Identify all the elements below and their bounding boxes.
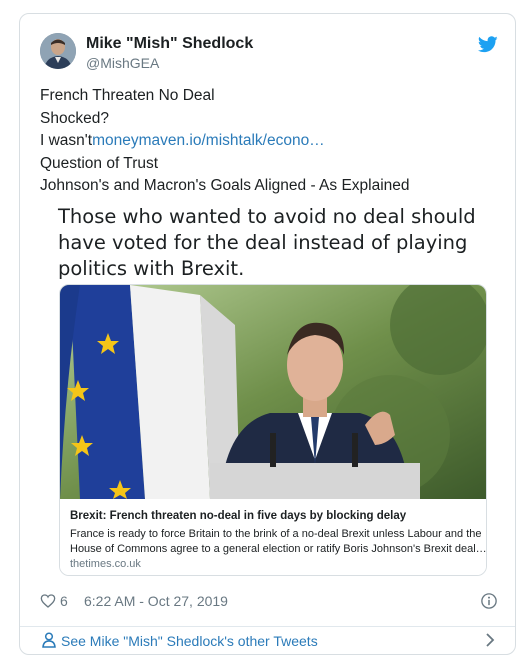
like-count[interactable]: 6 (60, 593, 68, 609)
see-other-tweets-link[interactable]: See Mike "Mish" Shedlock's other Tweets (20, 627, 515, 655)
tweet-actions: 6 6:22 AM - Oct 27, 2019 (40, 592, 498, 612)
quote-line-1: Those who wanted to avoid no deal should (58, 205, 476, 228)
quote-line-2: have voted for the deal instead of playi… (58, 231, 468, 254)
twitter-bird-icon[interactable] (478, 36, 498, 53)
tweet-timestamp[interactable]: 6:22 AM - Oct 27, 2019 (84, 593, 228, 609)
link-card-desc-line-1: France is ready to force Britain to the … (70, 528, 482, 540)
link-card-meta: Brexit: French threaten no-deal in five … (60, 499, 487, 575)
avatar[interactable] (40, 33, 76, 69)
link-card-desc-line-2: House of Commons agree to a general elec… (70, 543, 487, 555)
author-handle[interactable]: @MishGEA (86, 55, 159, 71)
tweet-line-3-prefix: I wasn't (40, 132, 93, 149)
tweet-text: French Threaten No Deal Shocked? I wasn'… (40, 85, 500, 198)
link-card-description: France is ready to force Britain to the … (70, 527, 487, 557)
link-card-domain: thetimes.co.uk (70, 558, 141, 570)
heart-icon[interactable] (40, 593, 56, 609)
tweet-card: Mike "Mish" Shedlock @MishGEA French Thr… (19, 13, 516, 655)
chevron-right-icon[interactable] (485, 632, 495, 648)
author-name[interactable]: Mike "Mish" Shedlock (86, 35, 253, 53)
quote-image-text: Those who wanted to avoid no deal should… (58, 204, 478, 282)
user-avatar-icon (40, 33, 76, 69)
tweet-line-2: Shocked? (40, 109, 109, 127)
tweet-line-5: Johnson's and Macron's Goals Aligned - A… (40, 177, 410, 194)
tweet-line-3: I wasn'tmoneymaven.io/mishtalk/econo… (40, 130, 500, 153)
tweet-line-4: Question of Trust (40, 154, 159, 172)
person-icon (42, 632, 56, 648)
tweet-line-1: French Threaten No Deal (40, 87, 215, 104)
link-card-title[interactable]: Brexit: French threaten no-deal in five … (70, 510, 406, 522)
article-link[interactable]: moneymaven.io/mishtalk/econo… (92, 132, 325, 149)
article-photo (60, 285, 486, 499)
see-other-tweets-label[interactable]: See Mike "Mish" Shedlock's other Tweets (61, 633, 318, 649)
info-icon[interactable] (480, 592, 498, 610)
quote-line-3: politics with Brexit. (58, 257, 245, 280)
link-card[interactable]: Brexit: French threaten no-deal in five … (59, 284, 487, 576)
